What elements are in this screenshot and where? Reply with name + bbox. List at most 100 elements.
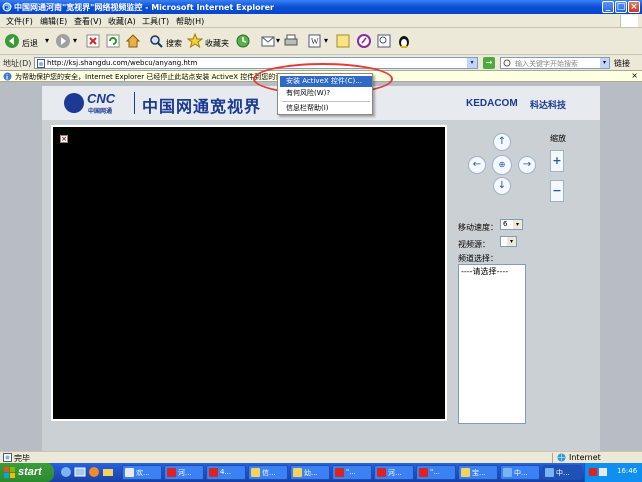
task-button[interactable]: 信... [248,465,288,480]
zoom-in-button[interactable]: + [550,150,564,172]
task-button[interactable]: 4... [206,465,246,480]
menu-tools[interactable]: 工具(T) [142,16,169,27]
search-placeholder: 输入关键字开始搜索 [515,60,578,68]
forward-dropdown-icon[interactable]: ▾ [73,36,77,45]
info-bar-close-icon[interactable]: × [631,71,638,80]
pan-up-button[interactable]: ↑ [493,133,511,151]
back-button-label[interactable]: 后退 [22,38,38,49]
volume-icon[interactable] [599,468,607,476]
edit-dropdown-icon[interactable]: ▾ [324,36,328,45]
security-zone: Internet [552,453,640,463]
zoom-label: 缩放 [550,134,566,143]
menu-favorites[interactable]: 收藏(A) [108,16,136,27]
ptz-center-button[interactable]: ⊕ [492,155,512,175]
task-button[interactable]: 宝... [458,465,498,480]
close-button[interactable]: × [628,1,640,13]
mail-icon[interactable] [260,33,276,49]
status-bar: 完毕 Internet [0,451,642,463]
tray-icon[interactable] [589,468,597,476]
messenger-icon[interactable] [356,33,372,49]
search-bar-icon [503,59,511,67]
go-arrow-icon[interactable]: → [483,57,495,69]
forward-arrow-icon[interactable] [55,33,71,49]
cnc-brand-subtitle: 中国网通 [88,108,113,115]
menu-file[interactable]: 文件(F) [6,16,33,27]
header-divider [134,92,135,114]
cnc-logo: CNC 中国网通 [64,91,126,115]
discuss-note-icon[interactable] [335,33,351,49]
activex-context-menu: 安装 ActiveX 控件(C)... 有何风险(W)? 信息栏帮助(I) [277,73,373,115]
menu-bar: 文件(F) 编辑(E) 查看(V) 收藏(A) 工具(T) 帮助(H) [0,14,642,28]
address-bar: 地址(D) http://ksj.shangdu.com/webcu/anyan… [0,56,642,70]
start-button[interactable]: start [0,463,54,482]
svg-text:e: e [5,3,9,12]
task-button[interactable]: "... [416,465,456,480]
minimize-button[interactable]: _ [602,1,614,13]
channel-listbox[interactable]: ----请选择---- [458,264,526,424]
pan-left-button[interactable]: ← [468,156,486,174]
qq-penguin-icon[interactable] [396,33,412,49]
task-icon [461,468,470,477]
pan-right-button[interactable]: → [518,156,536,174]
task-button[interactable]: 中... [542,465,582,480]
source-select[interactable]: ▾ [500,236,517,247]
search-button-label[interactable]: 搜索 [166,38,182,49]
mail-dropdown-icon[interactable]: ▾ [276,36,280,45]
search-input[interactable]: 输入关键字开始搜索 ▾ [500,57,610,69]
search-dropdown-icon[interactable]: ▾ [600,58,609,68]
quicklaunch-media-icon[interactable] [88,466,100,478]
install-activex-menu-item[interactable]: 安装 ActiveX 控件(C)... [280,76,372,87]
address-dropdown-icon[interactable]: ▾ [467,58,477,68]
links-label[interactable]: 链接 [614,58,630,69]
task-label: 中... [514,469,528,477]
search-icon[interactable] [148,33,164,49]
quicklaunch-ie-icon[interactable] [60,466,72,478]
task-button[interactable]: "... [332,465,372,480]
what-risk-menu-item[interactable]: 有何风险(W)? [280,88,372,99]
ptz-controls: ↑ ← ⊕ → ↓ [466,133,540,195]
speed-select[interactable]: 6 ▾ [500,219,523,230]
menu-help[interactable]: 帮助(H) [176,16,204,27]
favorites-star-icon[interactable] [187,33,203,49]
quicklaunch-desktop-icon[interactable] [74,466,86,478]
menu-view[interactable]: 查看(V) [74,16,102,27]
windows-logo-icon [620,15,638,27]
history-icon[interactable] [235,33,251,49]
windows-flag-icon [4,467,15,478]
zoom-out-button[interactable]: − [550,180,564,202]
channel-label: 频道选择： [458,254,498,263]
task-label: 4... [220,468,232,476]
task-button[interactable]: 河... [164,465,204,480]
task-button[interactable]: 幼... [290,465,330,480]
home-icon[interactable] [125,33,141,49]
pan-down-button[interactable]: ↓ [493,177,511,195]
task-label: "... [346,468,356,476]
task-label: "... [430,468,440,476]
back-arrow-icon[interactable] [4,33,20,49]
task-icon [335,468,344,477]
page-content: CNC 中国网通 中国网通宽视界 KEDACOM 科达科技 × ↑ ← ⊕ → … [0,82,642,451]
address-input[interactable]: http://ksj.shangdu.com/webcu/anyang.htm … [34,57,478,69]
print-icon[interactable] [283,33,299,49]
task-button[interactable]: 河... [374,465,414,480]
task-button[interactable]: 中... [500,465,540,480]
task-button[interactable]: 欢... [122,465,162,480]
channel-placeholder-option[interactable]: ----请选择---- [461,266,508,277]
back-dropdown-icon[interactable]: ▾ [45,36,49,45]
quicklaunch-folder-icon[interactable] [102,466,114,478]
stop-icon[interactable] [85,33,101,49]
word-edit-icon[interactable]: W [307,33,323,49]
menu-edit[interactable]: 编辑(E) [40,16,67,27]
video-viewer[interactable]: × [51,125,447,421]
address-url: http://ksj.shangdu.com/webcu/anyang.htm [47,59,198,67]
toolbar: 后退 ▾ ▾ 搜索 收藏夹 ▾ W ▾ [0,29,642,55]
favorites-button-label[interactable]: 收藏夹 [205,38,229,49]
refresh-icon[interactable] [105,33,121,49]
zone-label: Internet [569,453,601,462]
task-icon [167,468,176,477]
maximize-button[interactable]: □ [615,1,627,13]
shield-icon: i [3,72,12,81]
source-dropdown-icon: ▾ [507,237,516,246]
info-bar-help-menu-item[interactable]: 信息栏帮助(I) [280,103,372,114]
research-icon[interactable] [376,33,392,49]
